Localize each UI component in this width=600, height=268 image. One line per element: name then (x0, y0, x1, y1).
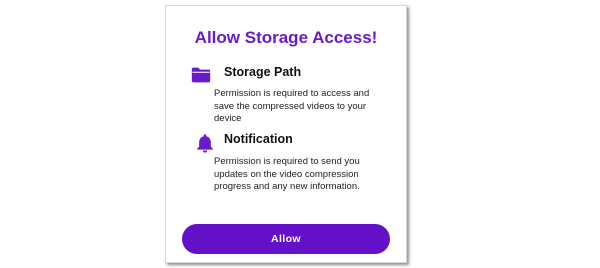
storage-access-dialog: Allow Storage Access! Storage Path Permi… (165, 5, 407, 263)
folder-icon (190, 64, 212, 86)
notification-title: Notification (224, 132, 293, 146)
allow-button[interactable]: Allow (182, 224, 390, 254)
storage-path-description: Permission is required to access and sav… (214, 88, 370, 124)
dialog-title: Allow Storage Access! (194, 28, 378, 47)
bell-icon (194, 132, 216, 154)
storage-path-title: Storage Path (224, 65, 302, 79)
notification-description: Permission is required to send you updat… (214, 156, 360, 192)
